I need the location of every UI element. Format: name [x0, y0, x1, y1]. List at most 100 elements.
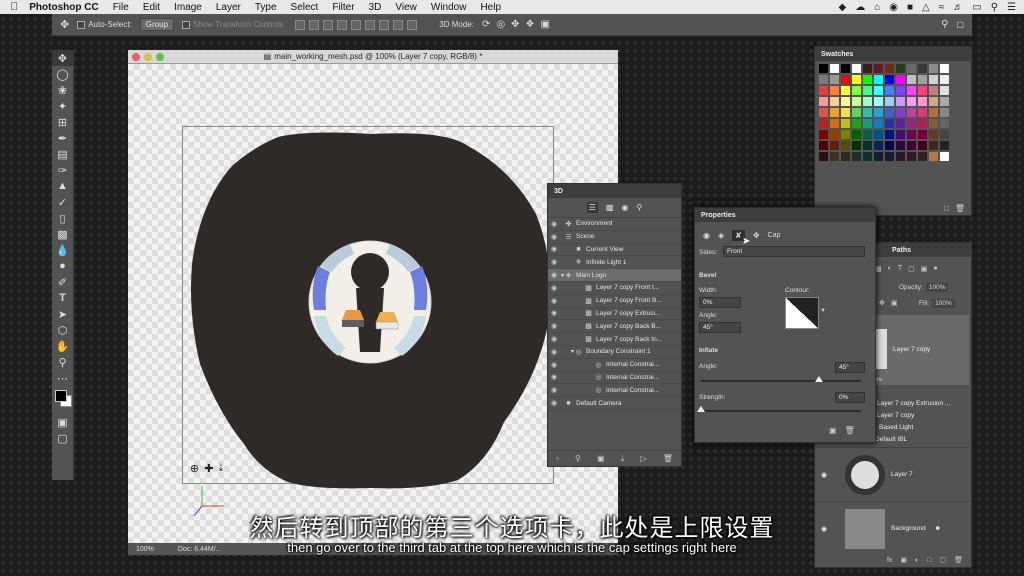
eye-icon[interactable]: ◉ — [821, 471, 831, 479]
3d-scene-row[interactable]: ◉ ▩ Layer 7 copy Extrusi... — [548, 308, 681, 321]
color-swatch[interactable] — [830, 86, 839, 95]
color-swatch[interactable] — [819, 86, 828, 95]
color-swatch[interactable] — [819, 141, 828, 150]
clone-stamp-icon[interactable]: ▲ — [52, 178, 73, 194]
ground-icon[interactable]: ▫ — [556, 454, 559, 463]
3d-scene-row[interactable]: ◉ ◎ Internal Constrai... — [548, 384, 681, 398]
delete-layer-icon[interactable]: 🗑 — [954, 556, 963, 564]
tab-paths[interactable]: Paths — [892, 247, 911, 254]
color-swatch[interactable] — [907, 97, 916, 106]
airplay-icon[interactable]: △ — [922, 2, 930, 13]
quick-mask-icon[interactable]: ▣ — [52, 414, 73, 430]
lock-icon[interactable]: ■ — [907, 2, 913, 13]
color-swatch[interactable] — [929, 75, 938, 84]
color-swatch[interactable] — [819, 130, 828, 139]
color-swatch[interactable] — [907, 141, 916, 150]
color-swatch[interactable] — [940, 97, 949, 106]
auto-select-checkbox[interactable] — [77, 20, 86, 29]
filter-toggle-icon[interactable]: ● — [933, 265, 937, 273]
color-swatch[interactable] — [896, 141, 905, 150]
color-swatch[interactable] — [852, 152, 861, 161]
color-swatch[interactable] — [907, 86, 916, 95]
dodge-tool-icon[interactable]: ● — [52, 258, 73, 274]
contour-picker[interactable] — [785, 297, 819, 329]
filter-lights-icon[interactable]: ⚲ — [636, 203, 642, 212]
color-swatch[interactable] — [885, 108, 894, 117]
path-selection-icon[interactable]: ➤ — [52, 306, 73, 322]
home-icon[interactable]: ⌂ — [874, 2, 880, 13]
color-swatch[interactable] — [819, 75, 828, 84]
color-swatch[interactable] — [852, 130, 861, 139]
color-swatch[interactable] — [841, 119, 850, 128]
marquee-tool-icon[interactable]: ◯ — [52, 66, 73, 82]
eye-icon[interactable]: ◉ — [548, 258, 560, 266]
color-swatch[interactable] — [896, 64, 905, 73]
wifi-icon[interactable]: ≈ — [939, 2, 945, 13]
eye-icon[interactable]: ◉ — [548, 309, 560, 317]
color-swatch[interactable] — [874, 75, 883, 84]
render-icon[interactable]: ▣ — [597, 454, 605, 463]
color-swatch[interactable] — [918, 75, 927, 84]
sides-dropdown[interactable]: Front — [723, 246, 865, 257]
canvas[interactable]: ⊕ ✚ ⤓ — [128, 64, 618, 543]
color-swatch[interactable] — [907, 130, 916, 139]
menu-file[interactable]: File — [106, 2, 136, 13]
color-swatch[interactable] — [874, 130, 883, 139]
color-swatch[interactable] — [852, 86, 861, 95]
color-swatch[interactable] — [918, 141, 927, 150]
strength-slider[interactable] — [701, 410, 861, 412]
color-swatch[interactable] — [907, 64, 916, 73]
move-tool-icon[interactable]: ✥ — [60, 18, 69, 31]
apple-icon[interactable]:  — [0, 1, 25, 13]
color-swatch[interactable] — [852, 75, 861, 84]
mask-icon[interactable]: ▣ — [900, 556, 907, 564]
contour-dropdown-icon[interactable]: ▼ — [820, 308, 826, 314]
distribute-icon[interactable] — [379, 19, 390, 30]
color-swatch[interactable] — [940, 86, 949, 95]
color-swatch[interactable] — [863, 108, 872, 117]
spotlight-icon[interactable]: ⚲ — [991, 2, 998, 13]
color-swatch[interactable] — [940, 130, 949, 139]
color-swatch[interactable] — [830, 108, 839, 117]
auto-select-target-dropdown[interactable]: Group — [139, 18, 175, 31]
lock-all-icon[interactable]: ▣ — [891, 299, 898, 307]
properties-title[interactable]: Properties — [695, 208, 875, 222]
color-swatch[interactable] — [841, 64, 850, 73]
eye-icon[interactable]: ◉ — [548, 245, 560, 253]
close-button[interactable] — [132, 53, 140, 61]
color-swatch[interactable] — [863, 75, 872, 84]
color-swatch[interactable] — [830, 75, 839, 84]
group-icon[interactable]: □ — [927, 557, 931, 564]
color-swatch[interactable] — [885, 75, 894, 84]
color-swatch[interactable] — [819, 152, 828, 161]
menu-select[interactable]: Select — [284, 2, 326, 13]
color-swatch[interactable] — [874, 108, 883, 117]
color-swatch[interactable] — [830, 152, 839, 161]
add-light-icon[interactable]: ⚲ — [575, 454, 581, 463]
tab-mesh-icon[interactable]: ◉ — [703, 231, 710, 240]
color-swatch[interactable] — [929, 64, 938, 73]
eye-icon[interactable]: ◉ — [548, 348, 560, 356]
color-swatch[interactable] — [841, 141, 850, 150]
color-swatch[interactable] — [918, 97, 927, 106]
color-swatch[interactable] — [852, 108, 861, 117]
color-swatch[interactable] — [830, 141, 839, 150]
blur-tool-icon[interactable]: 💧 — [52, 242, 73, 258]
color-swatch[interactable] — [907, 119, 916, 128]
color-swatch[interactable] — [896, 119, 905, 128]
menu-edit[interactable]: Edit — [136, 2, 167, 13]
color-swatch[interactable] — [874, 64, 883, 73]
color-swatch[interactable] — [918, 152, 927, 161]
3d-scene-row[interactable]: ◉ ✵ Infinite Light 1 — [548, 256, 681, 270]
scale-icon[interactable]: ▣ — [540, 19, 549, 30]
color-swatch[interactable] — [863, 64, 872, 73]
color-swatch[interactable] — [929, 152, 938, 161]
menu-type[interactable]: Type — [248, 2, 284, 13]
crop-tool-icon[interactable]: ⊞ — [52, 114, 73, 130]
eyedropper-icon[interactable]: ✒ — [52, 130, 73, 146]
color-swatch[interactable] — [874, 152, 883, 161]
gradient-tool-icon[interactable]: ▩ — [52, 226, 73, 242]
color-swatch[interactable] — [863, 152, 872, 161]
color-swatch[interactable] — [885, 152, 894, 161]
3d-scene-row[interactable]: ◉ ▩ Layer 7 copy Front I... — [548, 282, 681, 295]
